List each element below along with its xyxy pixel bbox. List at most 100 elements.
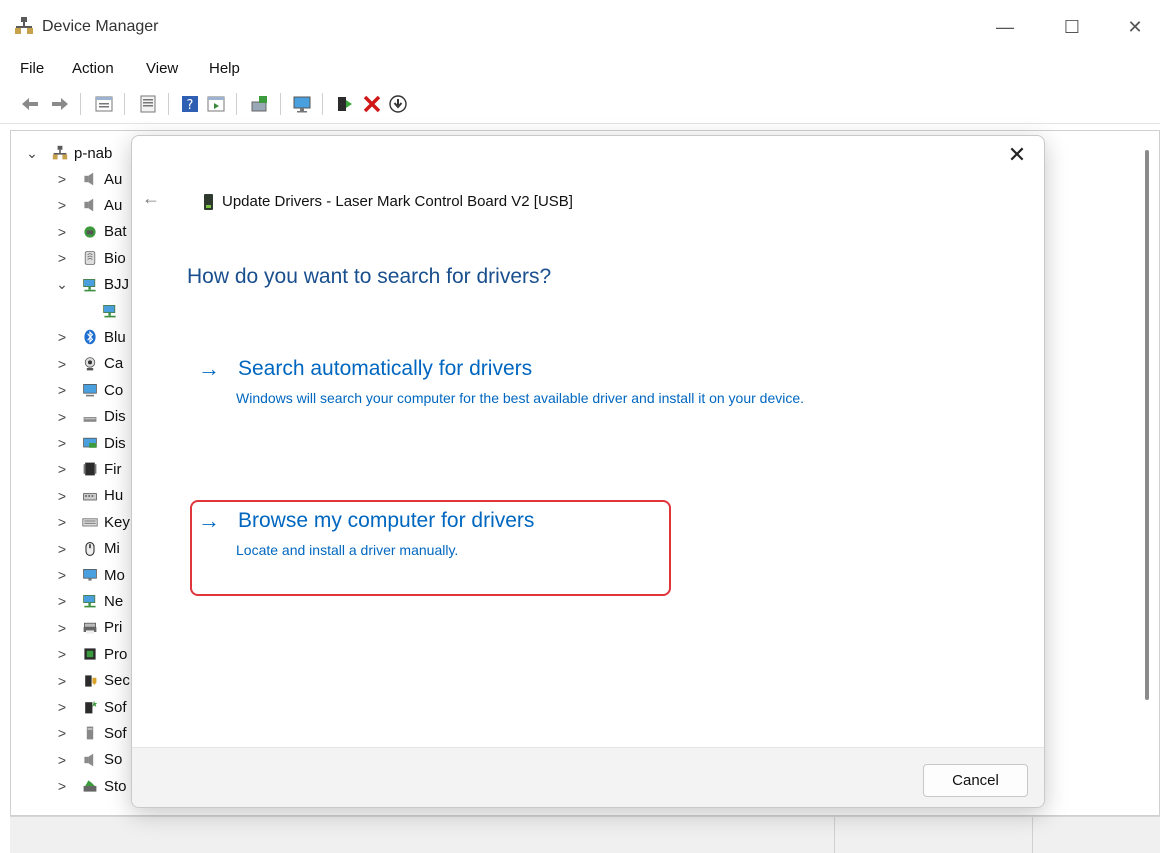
tree-item[interactable]: > Mo — [53, 562, 125, 588]
tree-item[interactable]: > Au — [53, 166, 122, 192]
chevron-right-icon[interactable]: > — [53, 567, 71, 583]
tree-item[interactable]: > Au — [53, 192, 122, 218]
tree-item[interactable]: > Ne — [53, 588, 123, 614]
tree-item[interactable]: > Sof — [53, 720, 127, 746]
tree-item[interactable]: > So — [53, 747, 122, 773]
tree-item[interactable] — [73, 298, 124, 324]
tree-item[interactable]: > Pri — [53, 615, 122, 641]
window-title: Device Manager — [42, 18, 159, 35]
scan-hardware-icon[interactable] — [250, 94, 270, 114]
chevron-right-icon[interactable]: > — [53, 673, 71, 689]
forward-icon[interactable] — [50, 94, 70, 114]
action-icon[interactable] — [206, 94, 226, 114]
tree-item[interactable]: > Key — [53, 509, 130, 535]
chevron-right-icon[interactable]: > — [53, 356, 71, 372]
display-icon — [83, 437, 97, 448]
tree-item[interactable]: > Mi — [53, 536, 120, 562]
chevron-right-icon[interactable]: > — [53, 752, 71, 768]
tree-item[interactable]: > Ca — [53, 351, 123, 377]
chevron-right-icon[interactable]: > — [53, 409, 71, 425]
tree-item[interactable]: > Dis — [53, 404, 126, 430]
back-arrow-icon[interactable]: ← — [142, 188, 160, 209]
browse-computer-option[interactable]: → Browse my computer for drivers Locate … — [198, 508, 658, 564]
sound-icon — [84, 753, 94, 767]
tree-item[interactable]: ⌄ BJJ — [53, 272, 129, 298]
maximize-button[interactable]: ☐ — [1052, 10, 1092, 44]
chevron-right-icon[interactable]: > — [53, 725, 71, 741]
chevron-right-icon[interactable]: > — [53, 382, 71, 398]
chevron-down-icon[interactable]: ⌄ — [23, 145, 41, 162]
chevron-right-icon[interactable]: > — [53, 541, 71, 557]
chevron-right-icon[interactable]: > — [53, 197, 71, 213]
back-icon[interactable] — [20, 94, 40, 114]
update-driver-icon[interactable] — [334, 94, 354, 114]
tree-item[interactable]: > Bio — [53, 245, 126, 271]
uninstall-icon[interactable] — [362, 94, 382, 114]
tree-item[interactable]: > Blu — [53, 324, 126, 350]
mouse-icon — [85, 541, 95, 556]
svg-text:?: ? — [187, 98, 194, 113]
dialog-question: How do you want to search for drivers? — [187, 265, 552, 288]
right-arrow-icon: → — [198, 508, 220, 533]
cancel-button[interactable]: Cancel — [923, 764, 1028, 797]
bluetooth-icon — [84, 330, 96, 345]
menu-action[interactable]: Action — [72, 60, 114, 77]
chevron-right-icon[interactable]: > — [53, 329, 71, 345]
tree-item-label: Bio — [104, 249, 126, 267]
dialog-close-button[interactable]: ✕ — [1004, 142, 1030, 168]
tree-item[interactable]: > Sof — [53, 694, 127, 720]
tree-item-label: Blu — [104, 328, 126, 346]
view-icon[interactable] — [138, 94, 158, 114]
tree-item[interactable]: > Sec — [53, 668, 130, 694]
tree-item-label: BJJ — [104, 276, 130, 294]
chevron-right-icon[interactable]: > — [53, 646, 71, 662]
chevron-right-icon[interactable]: > — [53, 435, 71, 451]
minimize-button[interactable]: — — [985, 10, 1025, 44]
vertical-scrollbar[interactable] — [1145, 150, 1149, 700]
search-automatically-option[interactable]: → Search automatically for drivers Windo… — [198, 356, 898, 426]
menu-file[interactable]: File — [20, 60, 44, 77]
chevron-right-icon[interactable]: > — [53, 224, 71, 240]
chevron-right-icon[interactable]: > — [53, 593, 71, 609]
chevron-right-icon[interactable]: > — [53, 488, 71, 504]
chevron-right-icon[interactable]: > — [53, 699, 71, 715]
tree-item[interactable]: > Co — [53, 377, 123, 403]
chevron-right-icon[interactable]: > — [53, 778, 71, 794]
properties-icon[interactable] — [94, 94, 114, 114]
tree-item-label: Key — [104, 513, 130, 531]
firmware-icon — [83, 462, 97, 476]
tree-item-label: Sof — [104, 698, 127, 716]
dialog-footer: Cancel — [132, 747, 1044, 807]
tree-item-label: Dis — [104, 408, 126, 426]
chevron-right-icon[interactable]: > — [53, 250, 71, 266]
option-heading: Search automatically for drivers — [238, 357, 533, 380]
chevron-down-icon[interactable]: ⌄ — [53, 276, 71, 293]
tree-item[interactable]: > Sto — [53, 773, 127, 799]
chevron-right-icon[interactable]: > — [53, 620, 71, 636]
disk-icon — [83, 416, 97, 422]
close-window-button[interactable]: ✕ — [1115, 10, 1155, 44]
disable-icon[interactable] — [388, 94, 408, 114]
menu-view[interactable]: View — [146, 60, 178, 77]
chevron-right-icon[interactable]: > — [53, 171, 71, 187]
tree-item-label: Au — [104, 170, 123, 188]
battery-icon — [84, 226, 96, 238]
option-description: Locate and install a driver manually. — [236, 542, 459, 558]
option-description: Windows will search your computer for th… — [236, 390, 805, 406]
tree-item[interactable]: > Dis — [53, 430, 126, 456]
tree-item[interactable]: > Bat — [53, 219, 127, 245]
tree-item[interactable]: > Hu — [53, 483, 123, 509]
monitor-icon[interactable] — [292, 94, 312, 114]
chevron-right-icon[interactable]: > — [53, 514, 71, 530]
software-component-icon — [85, 700, 98, 714]
menu-help[interactable]: Help — [209, 60, 240, 77]
tree-item-label: Ca — [104, 355, 124, 373]
tree-item[interactable]: > Fir — [53, 456, 122, 482]
tree-item[interactable]: > Pro — [53, 641, 127, 667]
tree-item-label: Ne — [104, 592, 124, 610]
tree-item-label: Pri — [104, 619, 123, 637]
tree-root[interactable]: ⌄ p-nab — [23, 140, 112, 166]
help-icon[interactable]: ? — [180, 94, 200, 114]
chevron-right-icon[interactable]: > — [53, 461, 71, 477]
audio-icon — [84, 172, 94, 186]
